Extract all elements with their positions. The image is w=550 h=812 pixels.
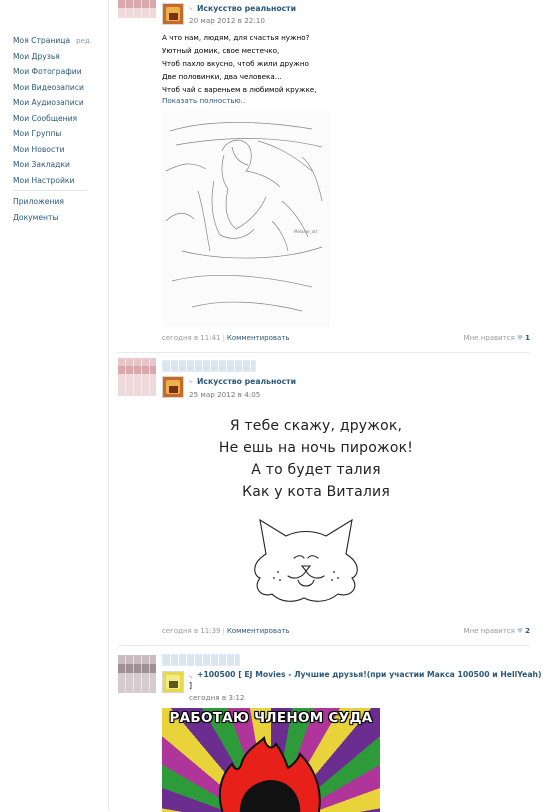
heart-icon: ♥ xyxy=(516,334,524,342)
like-count: 1 xyxy=(525,334,530,342)
sidebar-item-settings[interactable]: Мои Настройки xyxy=(13,173,92,189)
avatar[interactable] xyxy=(118,358,156,396)
poem-line: Я тебе скажу, дружок, xyxy=(229,418,403,434)
user-name-strip[interactable] xyxy=(162,360,256,372)
post-text-line: Чтоб чай с вареньем в любимой кружке, xyxy=(162,85,317,94)
post-text: А что нам, людям, для счастья нужно? Уют… xyxy=(162,31,317,96)
sidebar-item-bookmarks[interactable]: Мои Закладки xyxy=(13,157,92,173)
sidebar-item-photos[interactable]: Мои Фотографии xyxy=(13,64,92,80)
meme-title: РАБОТАЮ ЧЛЕНОМ СУДА xyxy=(169,710,373,726)
cat-face-drawing xyxy=(254,518,358,602)
source-avatar[interactable] xyxy=(162,3,184,25)
post-divider xyxy=(118,645,530,646)
post-text-line: Чтоб пахло вкусно, чтоб жили дружно xyxy=(162,59,309,68)
post-date[interactable]: 20 мар 2012 в 22:10 xyxy=(189,16,265,25)
sidebar-item-documents[interactable]: Документы xyxy=(13,210,92,226)
sidebar-item-friends[interactable]: Мои Друзья xyxy=(13,49,92,65)
post-image-sketch[interactable]: Melanie_art xyxy=(162,111,330,327)
post-source-tail: ] xyxy=(189,681,192,690)
avatar[interactable] xyxy=(118,0,156,18)
post-text-line: Уютный домик, свое местечко, xyxy=(162,46,280,55)
show-more-link[interactable]: Показать полностью.. xyxy=(162,96,245,105)
sidebar-item-label[interactable]: Моя Страница xyxy=(13,36,70,45)
left-sidebar: Моя Страница ред. Мои Друзья Мои Фотограф… xyxy=(0,0,108,810)
post-time[interactable]: сегодня в 11:41 xyxy=(162,334,221,342)
sidebar-item-apps[interactable]: Приложения xyxy=(13,194,92,210)
poem-line: Не ешь на ночь пирожок! xyxy=(218,440,414,456)
comment-link[interactable]: Комментировать xyxy=(227,627,290,635)
like-label: Мне нравится xyxy=(463,334,515,342)
source-avatar[interactable] xyxy=(162,376,184,398)
heart-icon: ♥ xyxy=(516,627,524,635)
post-text-line: Две половинки, два человека... xyxy=(162,72,282,81)
post-text-line: А что нам, людям, для счастья нужно? xyxy=(162,33,310,42)
sidebar-menu: Моя Страница ред. Мои Друзья Мои Фотограф… xyxy=(13,33,92,225)
source-avatar[interactable] xyxy=(162,671,184,693)
post-source-link[interactable]: Искусство реальности xyxy=(197,4,296,13)
like-label: Мне нравится xyxy=(463,627,515,635)
avatar[interactable] xyxy=(118,655,156,693)
sidebar-divider xyxy=(13,190,87,191)
like-button[interactable]: Мне нравится ♥ 2 xyxy=(464,627,530,635)
sidebar-item-news[interactable]: Мои Новости xyxy=(13,142,92,158)
post-divider xyxy=(118,352,530,353)
post-image-meme[interactable]: РАБОТАЮ ЧЛЕНОМ СУДА xyxy=(162,708,380,812)
edit-link[interactable]: ред. xyxy=(76,37,92,45)
poem-line: А то будет талия xyxy=(251,462,381,478)
post-time[interactable]: сегодня в 11:39 xyxy=(162,627,221,635)
sidebar-item-audio[interactable]: Мои Аудиозаписи xyxy=(13,95,92,111)
sketch-drawing: Melanie_art xyxy=(165,122,323,312)
sidebar-item-videos[interactable]: Мои Видеозаписи xyxy=(13,80,92,96)
like-button[interactable]: Мне нравится ♥ 1 xyxy=(464,334,530,342)
sidebar-item-messages[interactable]: Мои Сообщения xyxy=(13,111,92,127)
sidebar-item-my-page[interactable]: Моя Страница ред. xyxy=(13,33,92,49)
post-footer: сегодня в 11:39 | Комментировать Мне нрави… xyxy=(162,627,530,635)
comment-link[interactable]: Комментировать xyxy=(227,334,290,342)
post-source-link[interactable]: Искусство реальности xyxy=(197,377,296,386)
post-image-poem[interactable]: Я тебе скажу, дружок, Не ешь на ночь пир… xyxy=(162,406,470,626)
news-feed: ⤷ Искусство реальности 20 мар 2012 в 22:… xyxy=(109,0,550,812)
post-source-link[interactable]: +100500 [ EJ Movies - Лучшие друзья!(при… xyxy=(197,670,542,679)
post-footer: сегодня в 11:41 | Комментировать Мне нрави… xyxy=(162,334,530,342)
repost-arrow-icon: ⤷ xyxy=(189,673,193,680)
repost-arrow-icon: ⤷ xyxy=(189,5,193,12)
post-date[interactable]: 25 мар 2012 в 4:05 xyxy=(189,390,260,399)
repost-arrow-icon: ⤷ xyxy=(189,378,193,385)
meme-flame-figure xyxy=(218,736,321,812)
like-count: 2 xyxy=(525,627,530,635)
user-name-strip[interactable] xyxy=(162,654,240,666)
image-caption: Melanie_art xyxy=(294,229,318,234)
poem-line: Как у кота Виталия xyxy=(242,484,390,500)
sidebar-item-groups[interactable]: Мои Группы xyxy=(13,126,92,142)
post-date[interactable]: сегодня в 3:12 xyxy=(189,693,245,702)
